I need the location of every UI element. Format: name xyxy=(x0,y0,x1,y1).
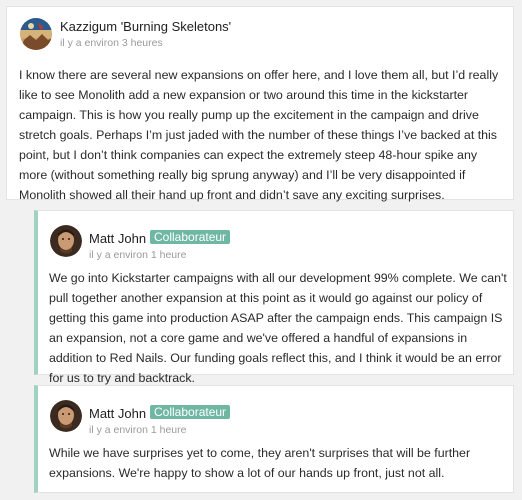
reply-card: Matt John Collaborateur il y a environ 1… xyxy=(34,385,514,493)
collaborator-badge: Collaborateur xyxy=(150,405,231,419)
comment-timestamp: il y a environ 1 heure xyxy=(89,249,187,261)
comment-timestamp: il y a environ 3 heures xyxy=(60,37,163,49)
comment-timestamp: il y a environ 1 heure xyxy=(89,424,187,436)
reply-card: Matt John Collaborateur il y a environ 1… xyxy=(34,210,514,385)
comment-card: Kazzigum 'Burning Skeletons' il y a envi… xyxy=(6,6,514,202)
comment-body: I know there are several new expansions … xyxy=(19,68,499,202)
comment-body: While we have surprises yet to come, the… xyxy=(49,446,471,480)
avatar[interactable] xyxy=(50,225,82,257)
user-avatar-icon xyxy=(50,400,82,432)
comment-author[interactable]: Kazzigum 'Burning Skeletons' xyxy=(60,19,231,34)
user-avatar-icon xyxy=(20,18,52,50)
collaborator-badge: Collaborateur xyxy=(150,230,231,244)
comment-author[interactable]: Matt John xyxy=(89,406,146,421)
comment-author[interactable]: Matt John xyxy=(89,231,146,246)
avatar[interactable] xyxy=(50,400,82,432)
comment-body: We go into Kickstarter campaigns with al… xyxy=(49,271,507,385)
user-avatar-icon xyxy=(50,225,82,257)
avatar[interactable] xyxy=(20,18,52,50)
